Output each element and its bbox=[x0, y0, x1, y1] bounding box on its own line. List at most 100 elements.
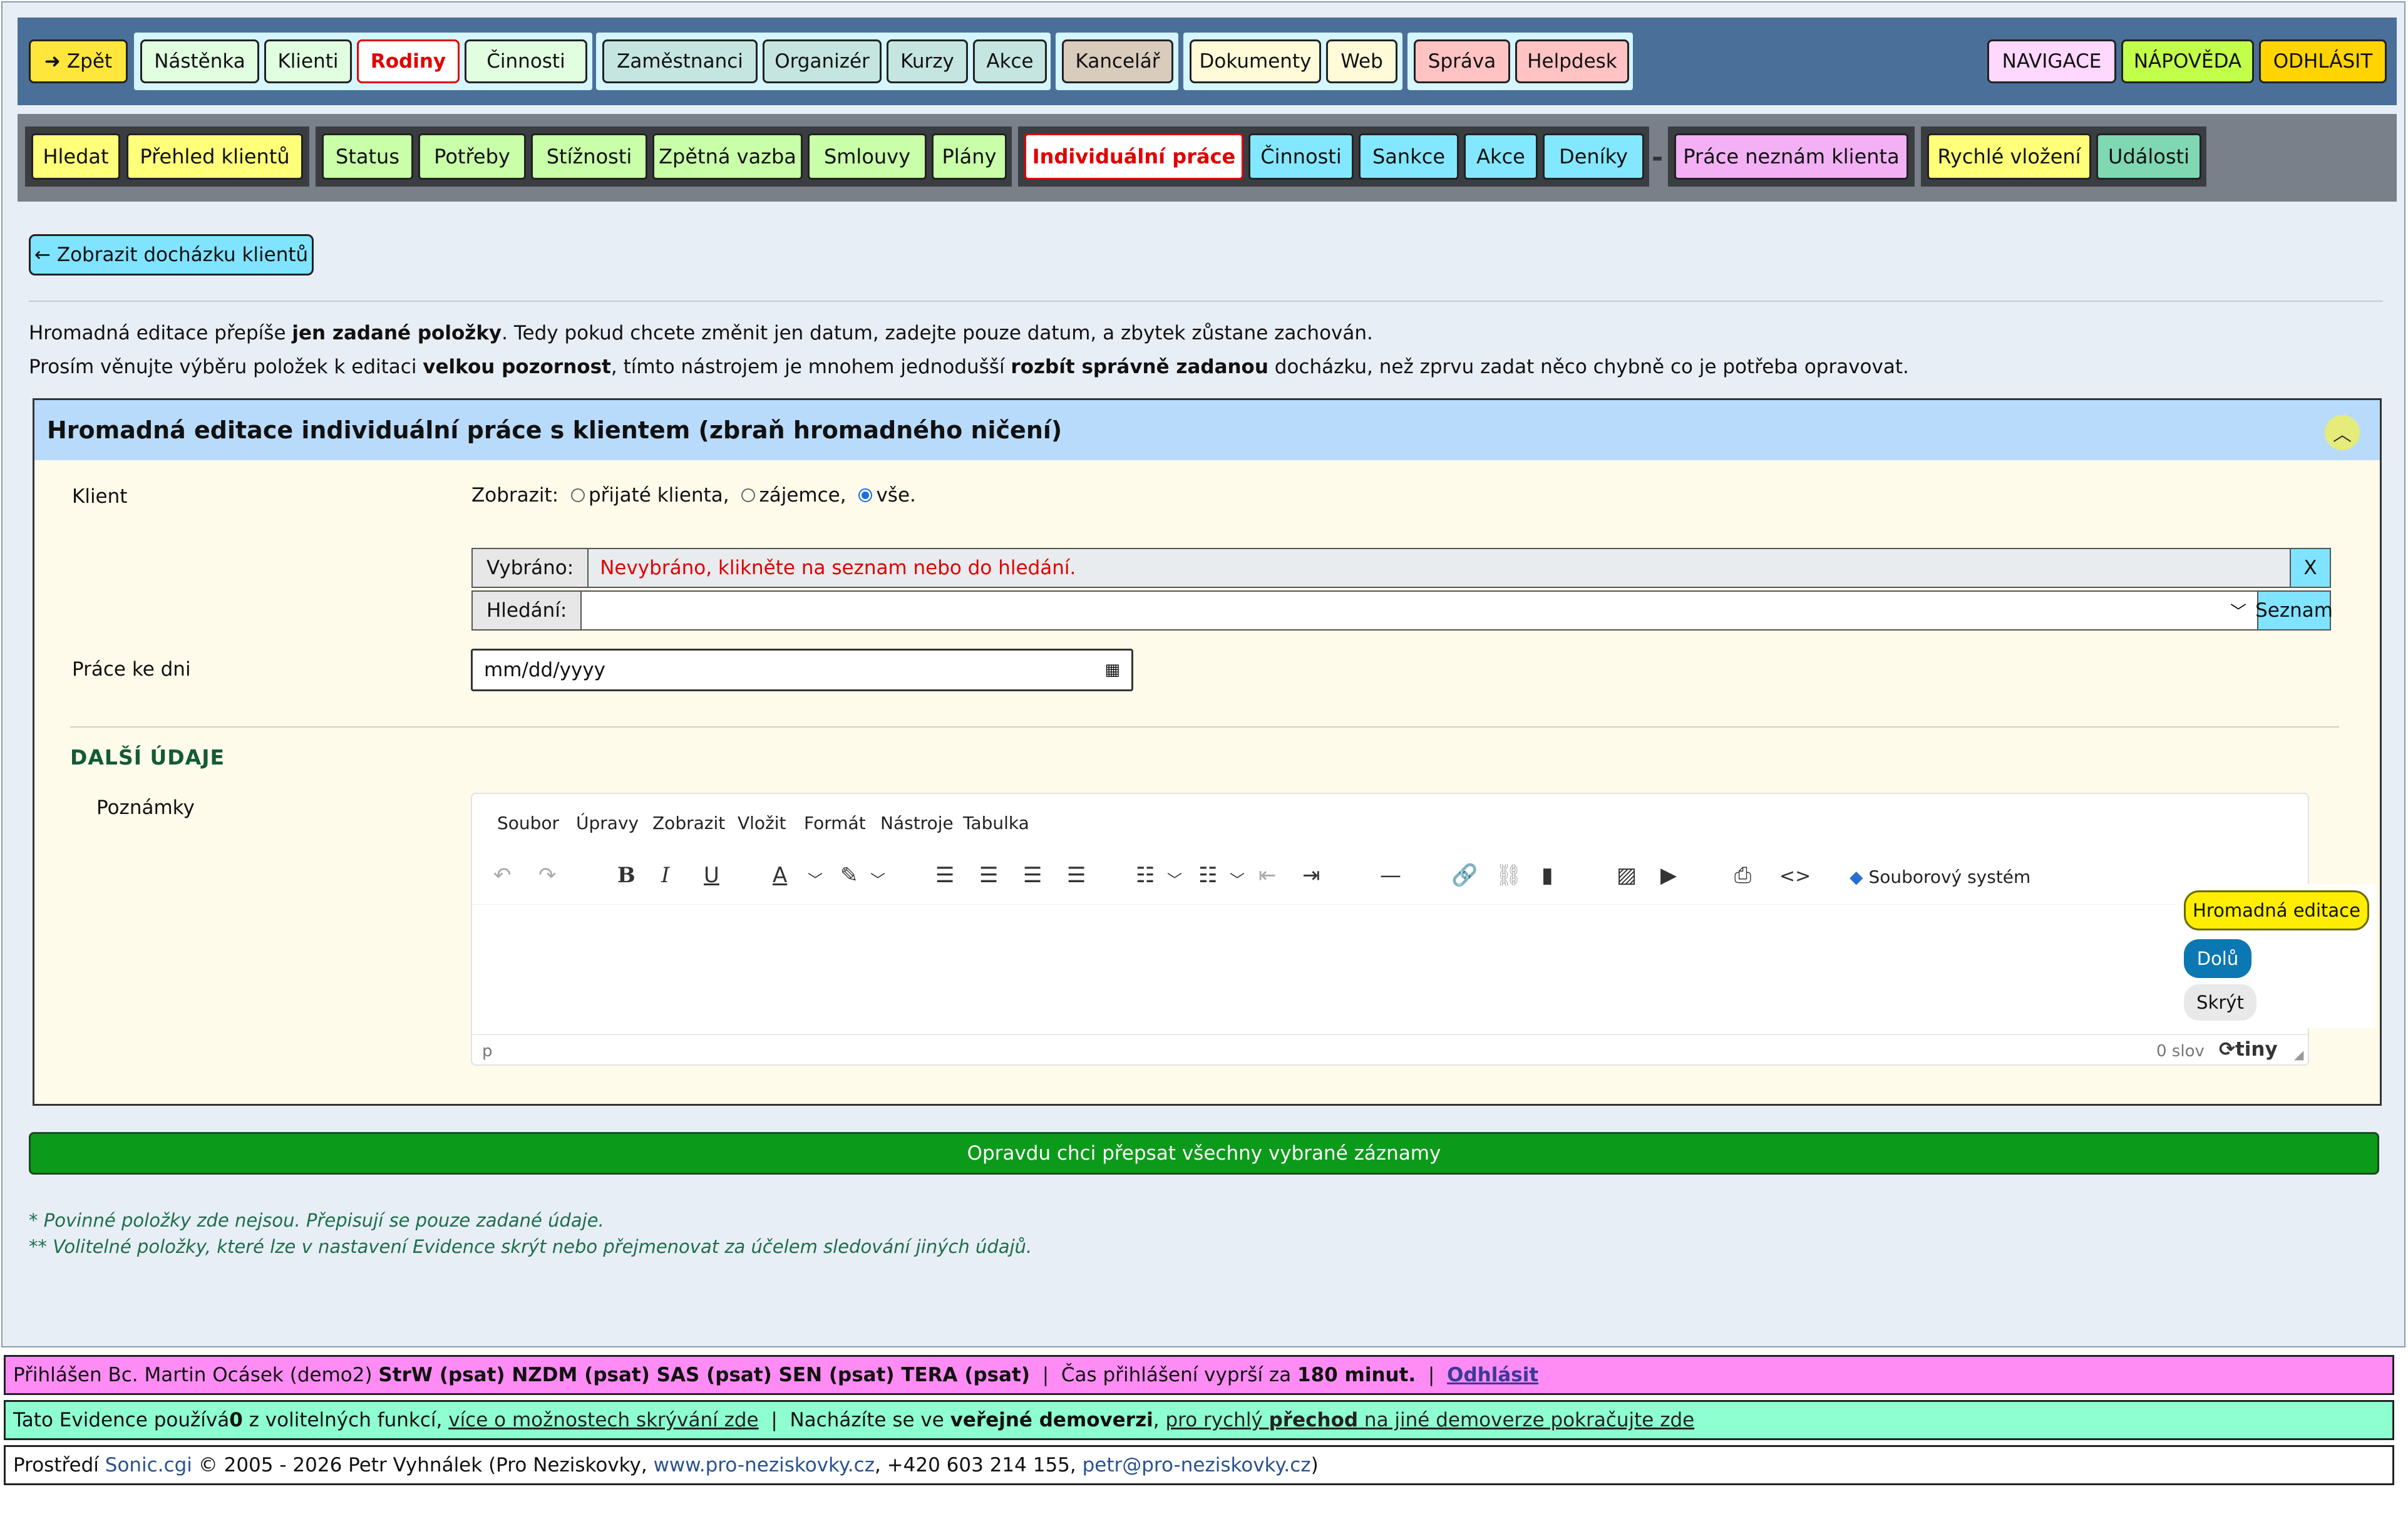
chevron-down-icon[interactable]: ﹀ bbox=[1230, 868, 1245, 890]
menu-table[interactable]: Tabulka bbox=[963, 813, 1029, 833]
radio-all[interactable] bbox=[858, 488, 873, 502]
help-button[interactable]: NÁPOVĚDA bbox=[2121, 39, 2254, 83]
nav-helpdesk[interactable]: Helpdesk bbox=[1515, 39, 1629, 83]
chevron-down-icon[interactable]: ﹀ bbox=[1167, 868, 1182, 890]
menu-insert[interactable]: Vložit bbox=[738, 813, 786, 833]
footer-logout-link[interactable]: Odhlásit bbox=[1447, 1364, 1538, 1386]
nav-courses[interactable]: Kurzy bbox=[887, 39, 968, 83]
nav-activities[interactable]: Činnosti bbox=[465, 39, 587, 83]
subnav-plans[interactable]: Plány bbox=[932, 133, 1007, 180]
subnav-unknown-client-work[interactable]: Práce neznám klienta bbox=[1674, 133, 1908, 180]
logout-button[interactable]: ODHLÁSIT bbox=[2259, 39, 2387, 83]
divider bbox=[472, 904, 2308, 905]
nav-web[interactable]: Web bbox=[1326, 39, 1397, 83]
list-button[interactable]: Seznam bbox=[2255, 590, 2333, 631]
search-field[interactable]: Hledání: ﹀ bbox=[471, 590, 2258, 631]
nav-clients[interactable]: Klienti bbox=[264, 39, 352, 83]
text-color-icon[interactable]: A bbox=[773, 863, 787, 888]
date-input[interactable]: mm/dd/yyyy ▦ bbox=[471, 649, 1133, 691]
hide-button[interactable]: Skrýt bbox=[2184, 984, 2256, 1021]
align-center-icon[interactable]: ☰ bbox=[979, 863, 998, 888]
subnav-individual-work[interactable]: Individuální práce bbox=[1024, 133, 1243, 180]
bullet-list-icon[interactable]: ☷ bbox=[1136, 863, 1155, 888]
print-icon[interactable]: ⎙ bbox=[1734, 863, 1751, 888]
show-attendance-button[interactable]: ← Zobrazit docházku klientů bbox=[29, 234, 314, 276]
panel-header[interactable]: Hromadná editace individuální práce s kl… bbox=[34, 400, 2380, 460]
nav-documents[interactable]: Dokumenty bbox=[1190, 39, 1321, 83]
mass-edit-button[interactable]: Hromadná editace bbox=[2184, 890, 2369, 930]
subnav-search[interactable]: Hledat bbox=[31, 133, 120, 180]
confirm-overwrite-button[interactable]: Opravdu chci přepsat všechny vybrané záz… bbox=[29, 1132, 2379, 1175]
calendar-icon[interactable]: ▦ bbox=[1104, 661, 1120, 679]
unlink-icon[interactable]: ⛓ bbox=[1495, 863, 1522, 888]
nav-office[interactable]: Kancelář bbox=[1062, 39, 1173, 83]
selected-value: Nevybráno, klikněte na seznam nebo do hl… bbox=[600, 557, 1076, 579]
justify-icon[interactable]: ☰ bbox=[1067, 863, 1086, 888]
navigation-button[interactable]: NAVIGACE bbox=[1987, 39, 2116, 83]
menu-tools[interactable]: Nástroje bbox=[880, 813, 954, 833]
arrow-left-icon: ← bbox=[34, 244, 51, 266]
menu-edit[interactable]: Úpravy bbox=[576, 813, 639, 833]
code-icon[interactable]: <> bbox=[1779, 865, 1811, 887]
subnav-events[interactable]: Akce bbox=[1464, 133, 1538, 180]
nav-organizer[interactable]: Organizér bbox=[763, 39, 882, 83]
numbered-list-icon[interactable]: ☷ bbox=[1198, 863, 1217, 888]
resize-handle-icon[interactable]: ◢ bbox=[2294, 1047, 2303, 1062]
top-navigation: ➜ Zpět Nástěnka Klienti Rodiny Činnosti … bbox=[18, 18, 2397, 105]
subnav-quick-insert[interactable]: Rychlé vložení bbox=[1927, 133, 2091, 180]
chevron-down-icon[interactable]: ﹀ bbox=[808, 868, 823, 890]
radio-applicant[interactable] bbox=[741, 488, 756, 502]
subnav-complaints[interactable]: Stížnosti bbox=[531, 133, 647, 180]
bookmark-icon[interactable]: ▮ bbox=[1541, 863, 1553, 888]
italic-icon[interactable]: I bbox=[661, 863, 669, 888]
redo-icon[interactable]: ↷ bbox=[538, 863, 557, 888]
align-right-icon[interactable]: ☰ bbox=[1023, 863, 1042, 888]
bold-icon[interactable]: B bbox=[617, 863, 635, 888]
media-icon[interactable]: ▶ bbox=[1660, 863, 1677, 888]
chevron-down-icon[interactable]: ﹀ bbox=[2220, 599, 2257, 622]
undo-icon[interactable]: ↶ bbox=[493, 863, 512, 888]
link-icon[interactable]: 🔗 bbox=[1451, 863, 1478, 888]
tiny-logo[interactable]: ⟳tiny bbox=[2219, 1038, 2278, 1061]
circle-left-icon: ➜ bbox=[44, 50, 61, 73]
hiding-options-link[interactable]: více o možnostech skrývání zde bbox=[448, 1409, 758, 1431]
chevron-down-icon[interactable]: ﹀ bbox=[870, 868, 885, 890]
subnav-sanctions[interactable]: Sankce bbox=[1359, 133, 1459, 180]
outdent-icon[interactable]: ⇤ bbox=[1258, 863, 1277, 888]
back-button[interactable]: ➜ Zpět bbox=[29, 39, 128, 83]
subnav-contracts[interactable]: Smlouvy bbox=[808, 133, 927, 180]
menu-format[interactable]: Formát bbox=[804, 813, 866, 833]
clear-selection-button[interactable]: X bbox=[2290, 548, 2331, 588]
sonic-link[interactable]: Sonic.cgi bbox=[105, 1454, 192, 1476]
subnav-incidents[interactable]: Události bbox=[2096, 133, 2201, 180]
subnav-clients-overview[interactable]: Přehled klientů bbox=[126, 133, 303, 180]
subnav-status[interactable]: Status bbox=[322, 133, 413, 180]
scroll-down-button[interactable]: Dolů bbox=[2184, 939, 2251, 978]
align-left-icon[interactable]: ☰ bbox=[935, 863, 954, 888]
nav-dashboard[interactable]: Nástěnka bbox=[140, 39, 259, 83]
underline-icon[interactable]: U bbox=[704, 863, 719, 888]
collapse-icon[interactable]: ︿ bbox=[2325, 415, 2360, 450]
subnav-needs[interactable]: Potřeby bbox=[418, 133, 526, 180]
email-link[interactable]: petr@pro-neziskovky.cz bbox=[1083, 1454, 1311, 1476]
filesystem-button[interactable]: ◆ Souborový systém bbox=[1850, 867, 2030, 887]
nav-events[interactable]: Akce bbox=[973, 39, 1047, 83]
nav-admin[interactable]: Správa bbox=[1414, 39, 1510, 83]
nav-families[interactable]: Rodiny bbox=[357, 39, 460, 83]
editor-body[interactable] bbox=[476, 907, 2304, 1032]
horizontal-line-icon[interactable]: — bbox=[1380, 863, 1401, 888]
image-icon[interactable]: ▨ bbox=[1617, 863, 1637, 888]
demo-switch-link[interactable]: pro rychlý přechod na jiné demoverze pok… bbox=[1165, 1409, 1694, 1431]
subnav-feedback[interactable]: Zpětná vazba bbox=[652, 133, 803, 180]
menu-view[interactable]: Zobrazit bbox=[652, 813, 725, 833]
subnav-diaries[interactable]: Deníky bbox=[1543, 133, 1644, 180]
client-filter: Zobrazit: přijaté klienta, zájemce, vše. bbox=[471, 484, 916, 507]
nav-employees[interactable]: Zaměstnanci bbox=[602, 39, 758, 83]
indent-icon[interactable]: ⇥ bbox=[1302, 863, 1320, 888]
menu-file[interactable]: Soubor bbox=[497, 813, 559, 833]
footer-login: Přihlášen Bc. Martin Ocásek (demo2) StrW… bbox=[4, 1355, 2394, 1395]
subnav-activities[interactable]: Činnosti bbox=[1248, 133, 1354, 180]
highlight-icon[interactable]: ✎ bbox=[840, 863, 858, 888]
radio-accepted[interactable] bbox=[570, 488, 585, 502]
website-link[interactable]: www.pro-neziskovky.cz bbox=[654, 1454, 875, 1476]
